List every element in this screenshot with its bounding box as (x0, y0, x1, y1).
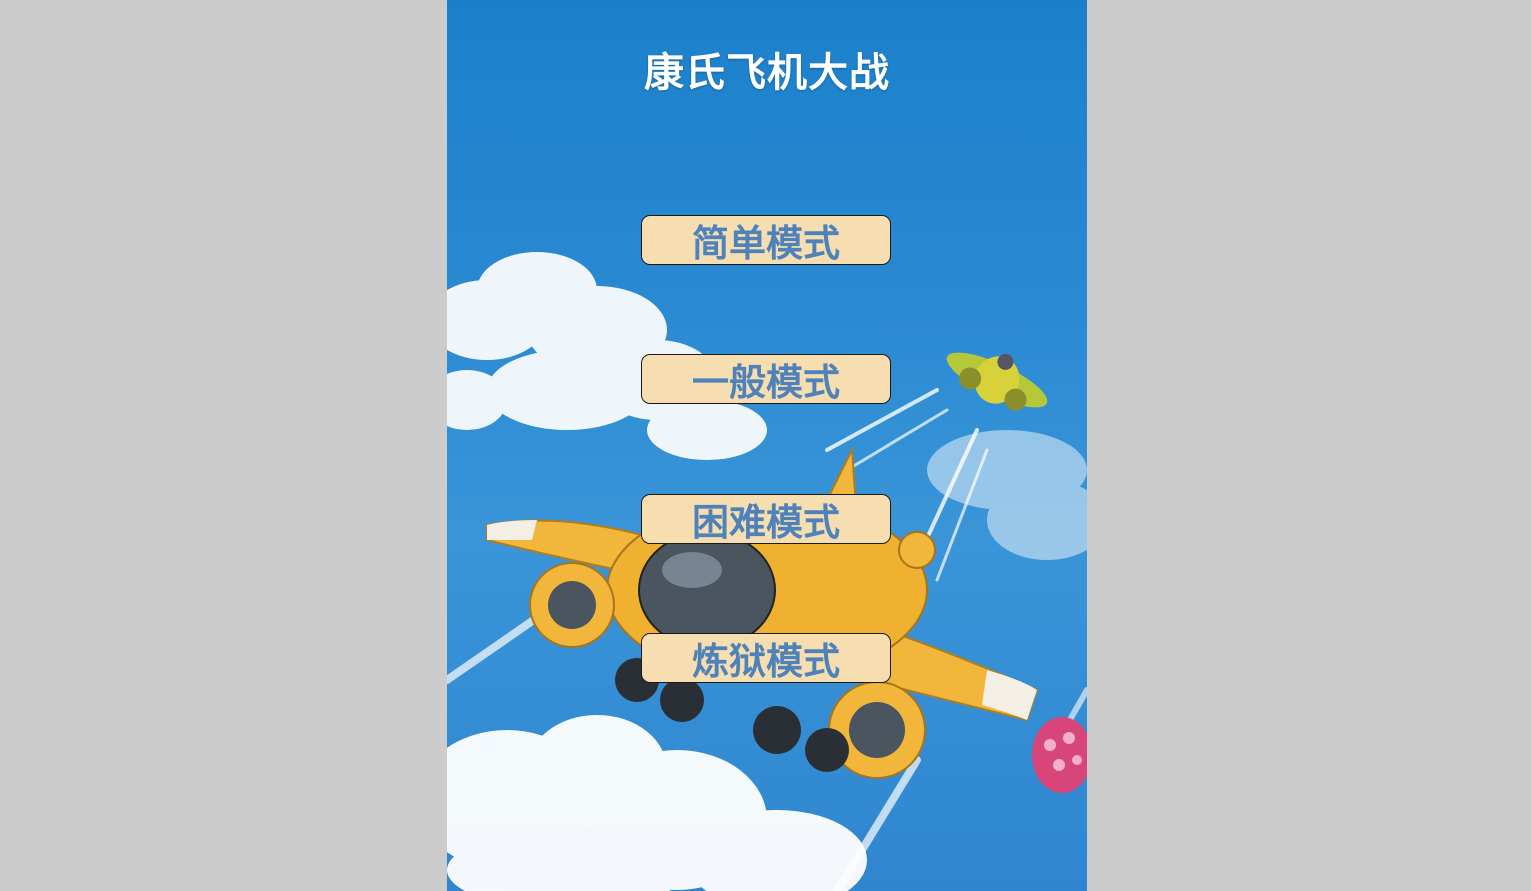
normal-mode-label: 一般模式 (692, 361, 840, 404)
hard-mode-button[interactable]: 困难模式 (641, 494, 891, 544)
cloud-icon (447, 715, 867, 891)
easy-mode-label: 简单模式 (692, 222, 840, 265)
background-scene (447, 252, 1087, 891)
hell-mode-label: 炼狱模式 (692, 640, 840, 683)
game-title: 康氏飞机大战 (644, 50, 890, 96)
hell-mode-button[interactable]: 炼狱模式 (641, 633, 891, 683)
hard-mode-label: 困难模式 (692, 501, 840, 544)
pink-enemy-icon (1032, 717, 1087, 793)
normal-mode-button[interactable]: 一般模式 (641, 354, 891, 404)
enemy-plane-icon (946, 352, 1048, 411)
easy-mode-button[interactable]: 简单模式 (641, 215, 891, 265)
game-canvas[interactable]: 康氏飞机大战 简单模式 一般模式 困难模式 炼狱模式 (447, 0, 1087, 891)
